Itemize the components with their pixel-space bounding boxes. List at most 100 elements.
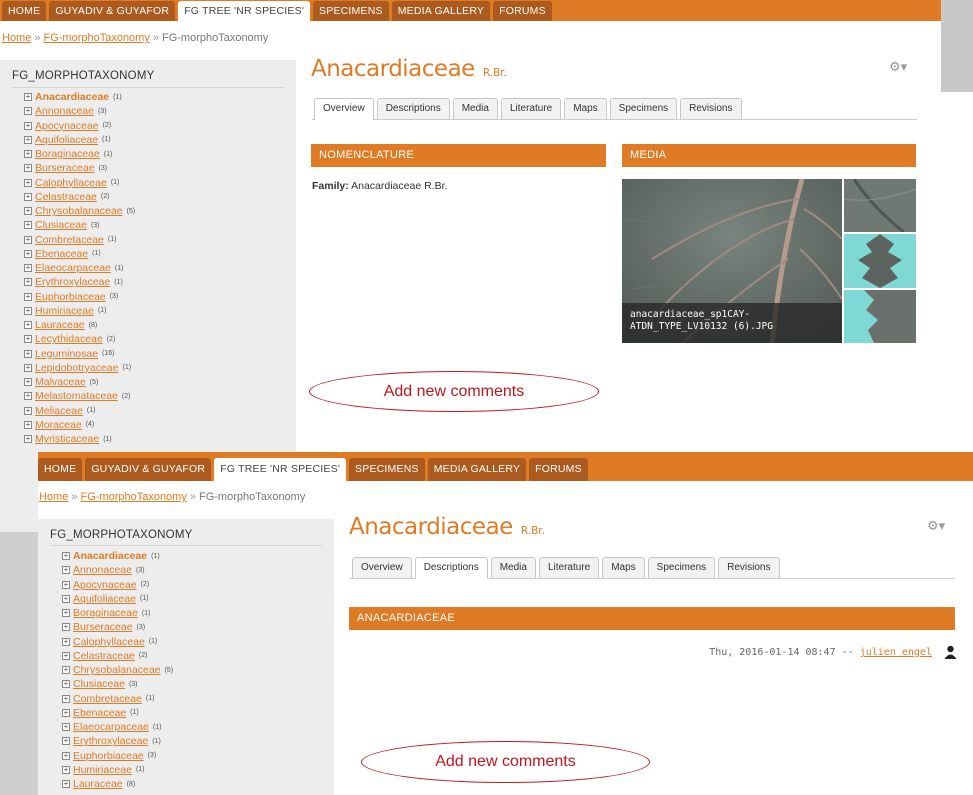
tree-item-link[interactable]: Apocynaceae [73, 579, 137, 591]
tab-overview[interactable]: Overview [352, 557, 412, 578]
tree-item-link[interactable]: Lecythidaceae [35, 333, 103, 345]
gear-icon[interactable]: ⚙▾ [927, 519, 945, 534]
tab-descriptions[interactable]: Descriptions [414, 557, 488, 579]
tree-item-link[interactable]: Humiriaceae [35, 305, 94, 317]
media-thumbnail-2[interactable] [844, 234, 916, 288]
expand-icon[interactable]: + [62, 765, 70, 774]
expand-icon[interactable]: + [24, 121, 32, 130]
tab-descriptions[interactable]: Descriptions [376, 98, 450, 119]
breadcrumb-parent-link[interactable]: FG-morphoTaxonomy [80, 491, 186, 503]
nav-forums[interactable]: FORUMS [493, 1, 552, 21]
nav-specimens[interactable]: SPECIMENS [349, 458, 425, 481]
tab-specimens[interactable]: Specimens [647, 557, 716, 578]
tree-item-link[interactable]: Lauraceae [35, 319, 85, 331]
tree-item-link[interactable]: Lauraceae [73, 778, 123, 790]
expand-icon[interactable]: + [62, 680, 70, 689]
tab-literature[interactable]: Literature [500, 98, 562, 119]
expand-icon[interactable]: + [24, 192, 32, 201]
expand-icon[interactable]: + [24, 93, 32, 102]
expand-icon[interactable]: + [24, 135, 32, 144]
expand-icon[interactable]: + [24, 435, 32, 444]
tree-item-link[interactable]: Melastomataceae [35, 390, 118, 402]
tree-item-link[interactable]: Elaeocarpaceae [35, 262, 111, 274]
tree-item-link[interactable]: Euphorbiaceae [35, 291, 106, 303]
tree-item-link[interactable]: Clusiaceae [35, 219, 87, 231]
expand-icon[interactable]: + [62, 594, 70, 603]
tree-item-link[interactable]: Erythroxylaceae [35, 276, 110, 288]
tree-item-link[interactable]: Elaeocarpaceae [73, 721, 149, 733]
expand-icon[interactable]: + [62, 651, 70, 660]
tree-item-link[interactable]: Boraginaceae [73, 607, 138, 619]
expand-icon[interactable]: + [24, 392, 32, 401]
revision-user-link[interactable]: julien engel [860, 647, 932, 658]
tree-item-link[interactable]: Clusiaceae [73, 678, 125, 690]
nav-guyadiv[interactable]: GUYADIV & GUYAFOR [85, 458, 212, 481]
media-thumbnail-1[interactable] [844, 179, 916, 232]
tab-maps[interactable]: Maps [602, 557, 645, 578]
expand-icon[interactable]: + [62, 552, 70, 561]
expand-icon[interactable]: + [24, 406, 32, 415]
tree-item-link[interactable]: Calophyllaceae [73, 636, 145, 648]
nav-fg-tree[interactable]: FG TREE 'NR SPECIES' [214, 458, 347, 481]
breadcrumb-home-link[interactable]: Home [39, 491, 68, 503]
tree-item-link[interactable]: Celastraceae [73, 650, 135, 662]
tree-item-link[interactable]: Leguminosae [35, 348, 98, 360]
expand-icon[interactable]: + [24, 278, 32, 287]
nav-media-gallery[interactable]: MEDIA GALLERY [391, 1, 491, 21]
tree-item-link[interactable]: Chrysobalanaceae [35, 205, 123, 217]
tree-item-link[interactable]: Calophyllaceae [35, 177, 107, 189]
expand-icon[interactable]: + [62, 723, 70, 732]
tab-specimens[interactable]: Specimens [609, 98, 678, 119]
expand-icon[interactable]: + [24, 178, 32, 187]
tree-item-link[interactable]: Annonaceae [35, 105, 94, 117]
tab-media[interactable]: Media [452, 98, 498, 119]
tree-item-link[interactable]: Ebenaceae [73, 707, 126, 719]
breadcrumb-home-link[interactable]: Home [2, 32, 31, 44]
tree-item-link[interactable]: Annonaceae [73, 564, 132, 576]
tree-item-link[interactable]: Anacardiaceae [35, 91, 109, 103]
expand-icon[interactable]: + [62, 637, 70, 646]
expand-icon[interactable]: + [24, 264, 32, 273]
tree-item-link[interactable]: Apocynaceae [35, 120, 99, 132]
expand-icon[interactable]: + [24, 249, 32, 258]
expand-icon[interactable]: + [62, 751, 70, 760]
expand-icon[interactable]: + [24, 378, 32, 387]
tab-overview[interactable]: Overview [314, 98, 374, 120]
expand-icon[interactable]: + [24, 235, 32, 244]
tree-item-link[interactable]: Humiriaceae [73, 764, 132, 776]
tree-item-link[interactable]: Chrysobalanaceae [73, 664, 161, 676]
tree-item-link[interactable]: Burseraceae [73, 621, 133, 633]
expand-icon[interactable]: + [24, 306, 32, 315]
expand-icon[interactable]: + [62, 566, 70, 575]
nav-media-gallery[interactable]: MEDIA GALLERY [427, 458, 527, 481]
media-main-image[interactable]: anacardiaceae_sp1CAY- ATDN_TYPE_LV10132 … [622, 179, 842, 343]
tree-item-link[interactable]: Erythroxylaceae [73, 735, 148, 747]
tree-item-link[interactable]: Ebenaceae [35, 248, 88, 260]
expand-icon[interactable]: + [24, 363, 32, 372]
tree-item-link[interactable]: Burseraceae [35, 162, 95, 174]
tree-item-link[interactable]: Malvaceae [35, 376, 86, 388]
tree-item-link[interactable]: Combretaceae [35, 234, 104, 246]
expand-icon[interactable]: + [62, 623, 70, 632]
expand-icon[interactable]: + [24, 321, 32, 330]
tab-revisions[interactable]: Revisions [718, 557, 780, 578]
expand-icon[interactable]: + [24, 107, 32, 116]
nav-forums[interactable]: FORUMS [529, 458, 588, 481]
breadcrumb-parent-link[interactable]: FG-morphoTaxonomy [43, 32, 149, 44]
expand-icon[interactable]: + [24, 150, 32, 159]
tab-media[interactable]: Media [490, 557, 536, 578]
nav-home[interactable]: HOME [38, 458, 83, 481]
tab-revisions[interactable]: Revisions [680, 98, 742, 119]
tab-maps[interactable]: Maps [564, 98, 607, 119]
expand-icon[interactable]: + [24, 207, 32, 216]
expand-icon[interactable]: + [24, 292, 32, 301]
expand-icon[interactable]: + [62, 737, 70, 746]
tree-item-link[interactable]: Meliaceae [35, 405, 83, 417]
expand-icon[interactable]: + [62, 666, 70, 675]
tree-item-link[interactable]: Aquifoliaceae [73, 593, 136, 605]
expand-icon[interactable]: + [62, 708, 70, 717]
tab-literature[interactable]: Literature [538, 557, 600, 578]
nav-guyadiv[interactable]: GUYADIV & GUYAFOR [49, 1, 176, 21]
tree-item-link[interactable]: Moraceae [35, 419, 82, 431]
expand-icon[interactable]: + [24, 420, 32, 429]
